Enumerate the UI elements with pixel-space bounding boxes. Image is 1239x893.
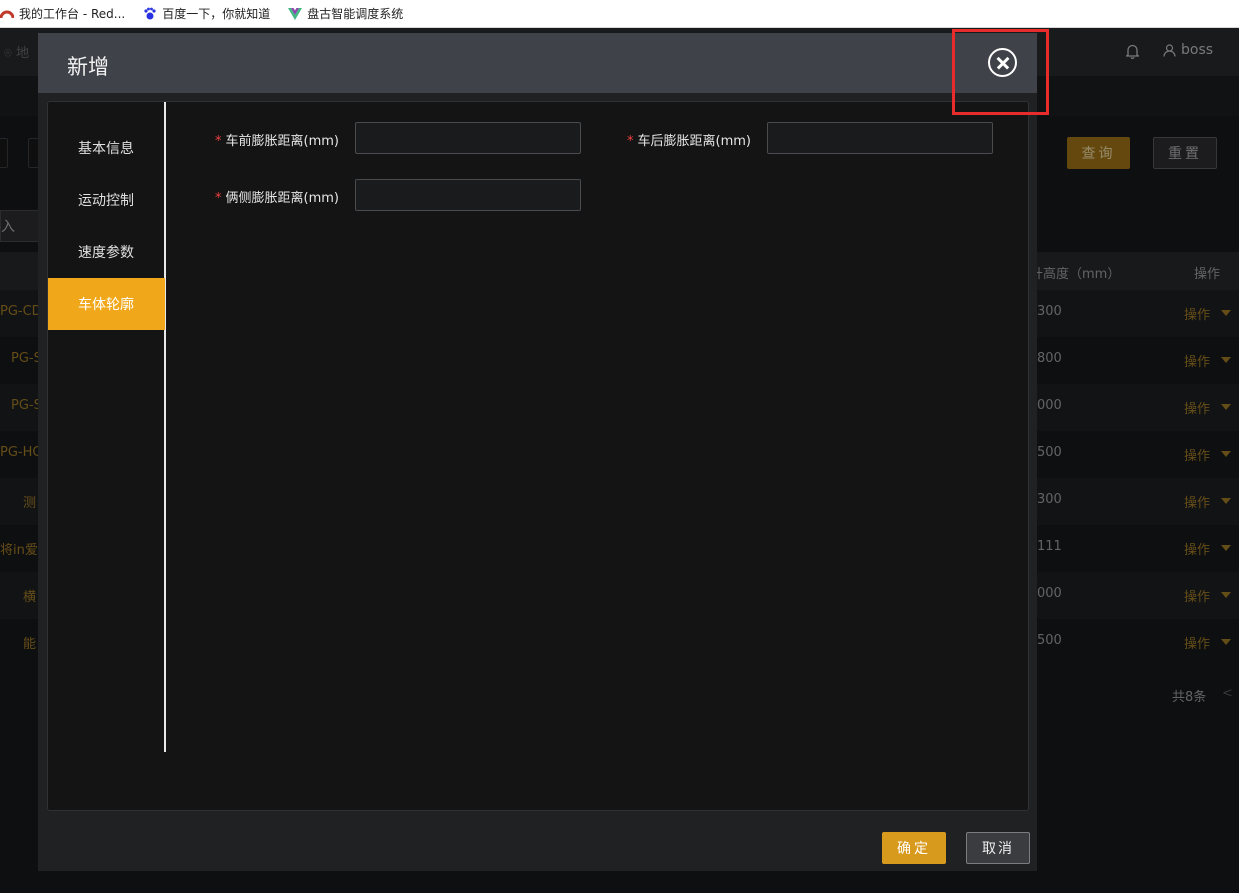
tab-body-contour[interactable]: 车体轮廓 xyxy=(48,278,165,330)
confirm-button[interactable]: 确定 xyxy=(882,832,946,864)
bookmark-label: 盘古智能调度系统 xyxy=(307,7,404,21)
bookmark-redmine[interactable]: 我的工作台 - Red... xyxy=(0,5,125,22)
baidu-paw-icon xyxy=(144,7,156,19)
dialog-tabs: 基本信息 运动控制 速度参数 车体轮廓 xyxy=(48,102,166,752)
cancel-button[interactable]: 取消 xyxy=(966,832,1030,864)
tab-motion-control[interactable]: 运动控制 xyxy=(48,174,165,226)
dialog-header: 新增 xyxy=(38,33,1037,93)
side-distance-input[interactable] xyxy=(355,179,581,211)
bookmarks-bar: 我的工作台 - Red... 百度一下，你就知道 盘古智能调度系统 xyxy=(0,0,1239,28)
dialog-title: 新增 xyxy=(67,55,109,79)
vue-logo-icon xyxy=(288,7,303,20)
front-distance-input[interactable] xyxy=(355,122,581,154)
side-distance-label: * 俩侧膨胀距离(mm) xyxy=(215,191,339,206)
bookmark-label: 百度一下，你就知道 xyxy=(162,7,271,21)
required-mark: * xyxy=(215,134,222,149)
bookmark-label: 我的工作台 - Red... xyxy=(19,7,126,21)
add-dialog: 新增 基本信息 运动控制 速度参数 车体轮廓 * 车前膨胀距离(mm) * 车后膨胀… xyxy=(38,33,1037,871)
redmine-icon xyxy=(0,10,14,18)
required-mark: * xyxy=(627,134,634,149)
close-icon[interactable] xyxy=(988,48,1017,77)
tab-basic-info[interactable]: 基本信息 xyxy=(48,122,165,174)
rear-distance-label: * 车后膨胀距离(mm) xyxy=(627,134,751,149)
bookmark-pangu[interactable]: 盘古智能调度系统 xyxy=(288,5,403,22)
rear-distance-input[interactable] xyxy=(767,122,993,154)
bookmark-baidu[interactable]: 百度一下，你就知道 xyxy=(143,5,270,22)
required-mark: * xyxy=(215,191,222,206)
dialog-body: 基本信息 运动控制 速度参数 车体轮廓 * 车前膨胀距离(mm) * 车后膨胀距离(… xyxy=(47,101,1029,811)
front-distance-label: * 车前膨胀距离(mm) xyxy=(215,134,339,149)
tab-speed-params[interactable]: 速度参数 xyxy=(48,226,165,278)
